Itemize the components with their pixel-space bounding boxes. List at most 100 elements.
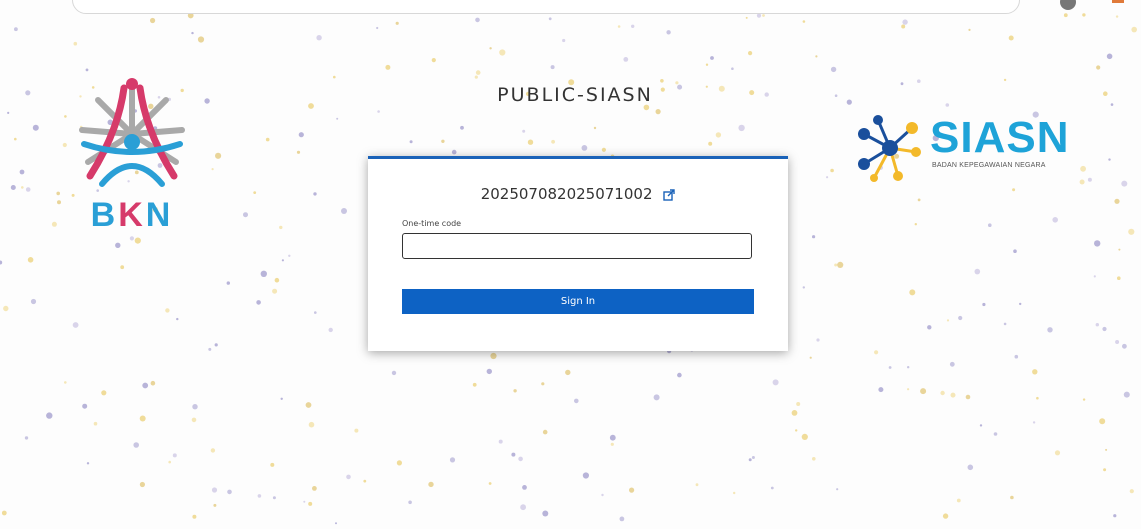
siasn-logo: SIASN BADAN KEPEGAWAIAN NEGARA bbox=[850, 112, 1090, 184]
background-dot bbox=[582, 472, 590, 479]
background-dot bbox=[878, 387, 884, 393]
background-dot bbox=[802, 20, 806, 23]
background-dot bbox=[139, 481, 145, 488]
background-dot bbox=[762, 14, 765, 17]
background-dot bbox=[1093, 275, 1096, 278]
background-dot bbox=[1047, 327, 1053, 333]
otp-input[interactable] bbox=[402, 233, 752, 259]
background-dot bbox=[874, 350, 879, 355]
background-dot bbox=[900, 82, 904, 86]
background-dot bbox=[192, 514, 197, 519]
background-dot bbox=[756, 13, 762, 18]
background-dot bbox=[695, 483, 699, 487]
bkn-wordmark: BKN bbox=[62, 196, 202, 235]
bkn-letter-n: N bbox=[145, 196, 174, 234]
background-dot bbox=[377, 110, 380, 113]
background-dot bbox=[409, 140, 413, 144]
background-dot bbox=[816, 338, 820, 342]
background-dot bbox=[333, 75, 336, 79]
background-dot bbox=[1115, 15, 1119, 18]
background-dot bbox=[172, 453, 177, 458]
background-dot bbox=[888, 366, 892, 369]
background-dot bbox=[270, 462, 275, 467]
background-dot bbox=[30, 298, 37, 305]
background-dot bbox=[593, 126, 597, 130]
background-dot bbox=[1115, 340, 1120, 344]
background-dot bbox=[354, 428, 359, 433]
background-dot bbox=[907, 388, 910, 391]
background-dot bbox=[772, 379, 779, 386]
background-dot bbox=[610, 442, 614, 446]
background-dot bbox=[1019, 302, 1022, 306]
background-dot bbox=[619, 516, 625, 522]
background-dot bbox=[303, 500, 306, 503]
background-dot bbox=[796, 402, 801, 406]
background-dot bbox=[801, 433, 808, 440]
background-dot bbox=[1106, 53, 1113, 60]
extension-icon[interactable] bbox=[1112, 0, 1124, 3]
background-dot bbox=[308, 103, 314, 109]
background-dot bbox=[336, 117, 339, 120]
background-dot bbox=[527, 139, 534, 145]
background-dot bbox=[834, 263, 838, 267]
background-dot bbox=[677, 84, 683, 90]
background-dot bbox=[1103, 468, 1107, 472]
background-dot bbox=[1096, 65, 1101, 70]
restart-login-icon[interactable] bbox=[663, 188, 675, 201]
background-dot bbox=[940, 390, 945, 396]
browser-address-bar[interactable] bbox=[72, 0, 1020, 14]
background-dot bbox=[1082, 13, 1086, 17]
background-dot bbox=[601, 147, 607, 152]
background-dot bbox=[745, 16, 748, 19]
background-dot bbox=[215, 152, 222, 159]
background-dot bbox=[1105, 448, 1108, 451]
background-dot bbox=[601, 493, 604, 497]
background-dot bbox=[395, 21, 399, 25]
background-dot bbox=[27, 257, 34, 263]
background-dot bbox=[308, 501, 313, 506]
background-dot bbox=[243, 212, 248, 218]
background-dot bbox=[511, 452, 516, 457]
background-dot bbox=[1010, 495, 1014, 500]
background-dot bbox=[56, 191, 60, 196]
background-dot bbox=[341, 208, 347, 214]
background-dot bbox=[826, 176, 829, 179]
background-dot bbox=[1102, 326, 1107, 332]
background-dot bbox=[967, 464, 974, 471]
background-dot bbox=[1121, 180, 1128, 187]
background-dot bbox=[25, 187, 31, 192]
sign-in-button[interactable]: Sign In bbox=[402, 289, 754, 314]
background-dot bbox=[408, 500, 412, 505]
background-dot bbox=[120, 265, 125, 270]
background-dot bbox=[57, 200, 61, 205]
background-dot bbox=[708, 141, 713, 146]
background-dot bbox=[541, 382, 545, 386]
background-dot bbox=[909, 289, 916, 296]
background-dot bbox=[460, 125, 464, 130]
background-dot bbox=[974, 268, 981, 275]
background-dot bbox=[451, 149, 457, 155]
background-dot bbox=[917, 198, 921, 202]
background-dot bbox=[1110, 103, 1114, 106]
background-dot bbox=[1108, 158, 1111, 161]
background-dot bbox=[298, 132, 304, 138]
background-dot bbox=[14, 27, 18, 32]
background-dot bbox=[1129, 489, 1134, 494]
background-dot bbox=[313, 192, 317, 196]
background-dot bbox=[73, 41, 78, 46]
background-dot bbox=[24, 436, 29, 440]
background-dot bbox=[475, 70, 481, 75]
background-dot bbox=[655, 109, 661, 115]
background-dot bbox=[542, 510, 549, 517]
background-dot bbox=[942, 513, 949, 519]
background-dot bbox=[715, 132, 722, 138]
background-dot bbox=[296, 150, 301, 154]
background-dot bbox=[208, 347, 212, 351]
background-dot bbox=[316, 35, 322, 41]
background-dot bbox=[764, 92, 769, 97]
background-dot bbox=[168, 460, 171, 464]
background-dot bbox=[227, 489, 232, 495]
background-dot bbox=[846, 99, 852, 105]
background-dot bbox=[956, 498, 961, 503]
background-dot bbox=[815, 55, 818, 58]
